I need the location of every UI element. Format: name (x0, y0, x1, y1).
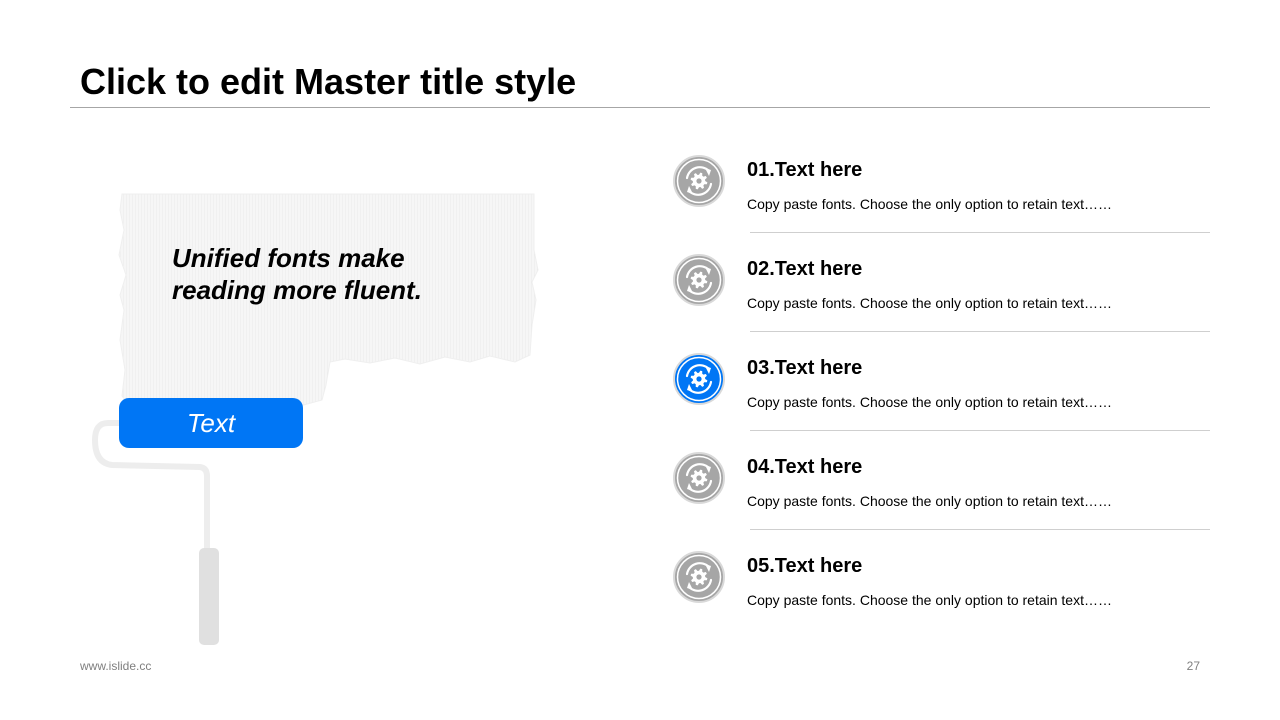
item-divider (750, 430, 1210, 431)
item-description: Copy paste fonts. Choose the only option… (747, 394, 1112, 410)
item-divider (750, 331, 1210, 332)
gear-cycle-icon (673, 155, 725, 207)
gear-cycle-icon (673, 353, 725, 405)
roller-handle (199, 548, 219, 645)
item-description: Copy paste fonts. Choose the only option… (747, 295, 1112, 311)
list-item: 04.Text here Copy paste fonts. Choose th… (672, 451, 1212, 531)
item-divider (750, 232, 1210, 233)
item-heading: 04.Text here (747, 456, 863, 478)
page-number: 27 (1186, 659, 1200, 673)
list-item: 01.Text here Copy paste fonts. Choose th… (672, 154, 1212, 234)
list-item: 03.Text here Copy paste fonts. Choose th… (672, 352, 1212, 432)
item-heading: 03.Text here (747, 357, 863, 379)
item-heading: 05.Text here (747, 555, 863, 577)
item-heading: 02.Text here (747, 258, 863, 280)
list-item: 05.Text here Copy paste fonts. Choose th… (672, 550, 1212, 630)
footer-url: www.islide.cc (80, 659, 152, 673)
quote-text: Unified fonts make reading more fluent. (172, 242, 502, 306)
text-button[interactable]: Text (119, 398, 303, 448)
item-description: Copy paste fonts. Choose the only option… (747, 493, 1112, 509)
gear-cycle-icon (673, 551, 725, 603)
list-item: 02.Text here Copy paste fonts. Choose th… (672, 253, 1212, 333)
item-divider (750, 529, 1210, 530)
gear-cycle-icon (673, 254, 725, 306)
gear-cycle-icon (673, 452, 725, 504)
paint-roller-illustration (92, 193, 539, 645)
quote-line-2: reading more fluent. (172, 275, 422, 305)
item-description: Copy paste fonts. Choose the only option… (747, 592, 1112, 608)
item-description: Copy paste fonts. Choose the only option… (747, 196, 1112, 212)
quote-line-1: Unified fonts make (172, 243, 405, 273)
item-heading: 01.Text here (747, 159, 863, 181)
